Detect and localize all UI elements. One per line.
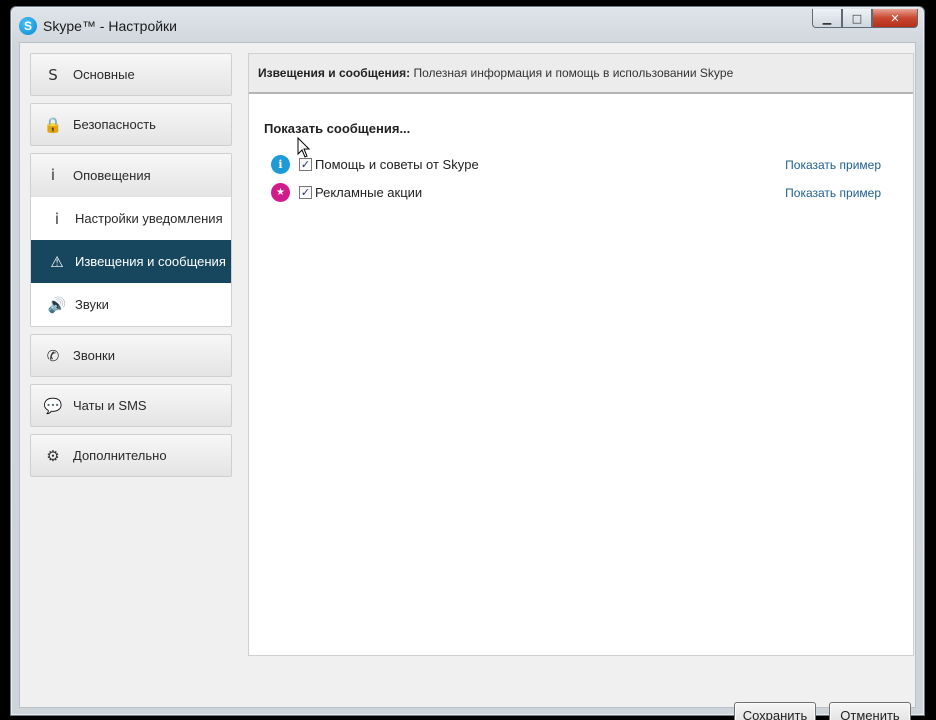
sidebar-item-label: Безопасность	[73, 117, 156, 132]
tips-checkbox[interactable]: ✓	[299, 158, 312, 171]
sidebar-subitem-label: Звуки	[75, 297, 109, 312]
tips-show-example-link[interactable]: Показать пример	[785, 158, 881, 172]
minimize-button[interactable]: ▁	[812, 9, 842, 28]
info-icon: i	[54, 209, 60, 228]
promotions-checkbox[interactable]: ✓	[299, 186, 312, 199]
sidebar-item-label: Звонки	[73, 348, 115, 363]
sidebar-item-label: Основные	[73, 67, 135, 82]
info-icon: i	[271, 155, 290, 174]
star-icon: ★	[271, 183, 290, 202]
info-icon: i	[50, 166, 56, 184]
sidebar-subitem-label: Настройки уведомления	[75, 211, 223, 226]
save-button[interactable]: Сохранить	[734, 702, 816, 720]
skype-icon: S	[48, 65, 58, 84]
list-item-promotions: ★ ✓ Рекламные акции Показать пример	[271, 183, 881, 202]
sidebar-item-label: Чаты и SMS	[73, 398, 147, 413]
tips-label: Помощь и советы от Skype	[315, 157, 479, 172]
content-header-title: Извещения и сообщения:	[258, 66, 411, 80]
mouse-cursor-icon	[297, 137, 311, 158]
cancel-button[interactable]: Отменить	[829, 702, 911, 720]
settings-window: S Skype™ - Настройки ▁ □ ✕ S Основные 🔒 …	[10, 6, 925, 720]
gear-icon: ⚙	[46, 446, 60, 465]
sidebar-item-chats-sms[interactable]: 💬 Чаты и SMS	[30, 384, 232, 427]
maximize-button[interactable]: □	[842, 9, 872, 28]
content-header-description: Полезная информация и помощь в использов…	[410, 66, 734, 80]
close-button[interactable]: ✕	[872, 9, 918, 28]
sidebar-item-security[interactable]: 🔒 Безопасность	[30, 103, 232, 146]
content-header: Извещения и сообщения: Полезная информац…	[249, 54, 913, 94]
sidebar-item-label: Дополнительно	[73, 448, 167, 463]
sidebar-group-notifications: i Оповещения i Настройки уведомления ⚠ И…	[30, 153, 232, 327]
sidebar-item-advanced[interactable]: ⚙ Дополнительно	[30, 434, 232, 477]
content-pane: Извещения и сообщения: Полезная информац…	[248, 53, 914, 656]
sidebar-item-general[interactable]: S Основные	[30, 53, 232, 96]
promotions-show-example-link[interactable]: Показать пример	[785, 186, 881, 200]
sidebar-item-notifications[interactable]: i Оповещения	[31, 154, 231, 197]
window-title: Skype™ - Настройки	[43, 18, 177, 34]
sidebar-subitem-label: Извещения и сообщения	[75, 254, 226, 269]
phone-icon: ✆	[46, 346, 60, 365]
title-bar[interactable]: S Skype™ - Настройки ▁ □ ✕	[11, 7, 924, 45]
settings-panel: S Основные 🔒 Безопасность i Оповещения i…	[19, 42, 916, 720]
list-item-tips: i ✓ Помощь и советы от Skype Показать пр…	[271, 155, 881, 174]
sidebar-item-calls[interactable]: ✆ Звонки	[30, 334, 232, 377]
sidebar: S Основные 🔒 Безопасность i Оповещения i…	[30, 53, 232, 484]
window-controls: ▁ □ ✕	[812, 9, 918, 28]
skype-icon: S	[19, 17, 37, 35]
section-title: Показать сообщения...	[264, 121, 411, 136]
chat-icon: 💬	[43, 396, 63, 415]
promotions-label: Рекламные акции	[315, 185, 423, 200]
sidebar-item-label: Оповещения	[73, 167, 151, 183]
sidebar-subitem-sounds[interactable]: 🔊 Звуки	[31, 283, 231, 326]
speaker-icon: 🔊	[47, 295, 67, 314]
lock-icon: 🔒	[43, 115, 63, 134]
sidebar-subitem-alerts-messages[interactable]: ⚠ Извещения и сообщения	[31, 240, 231, 283]
warning-icon: ⚠	[50, 252, 64, 271]
sidebar-subitem-notification-settings[interactable]: i Настройки уведомления	[31, 197, 231, 240]
